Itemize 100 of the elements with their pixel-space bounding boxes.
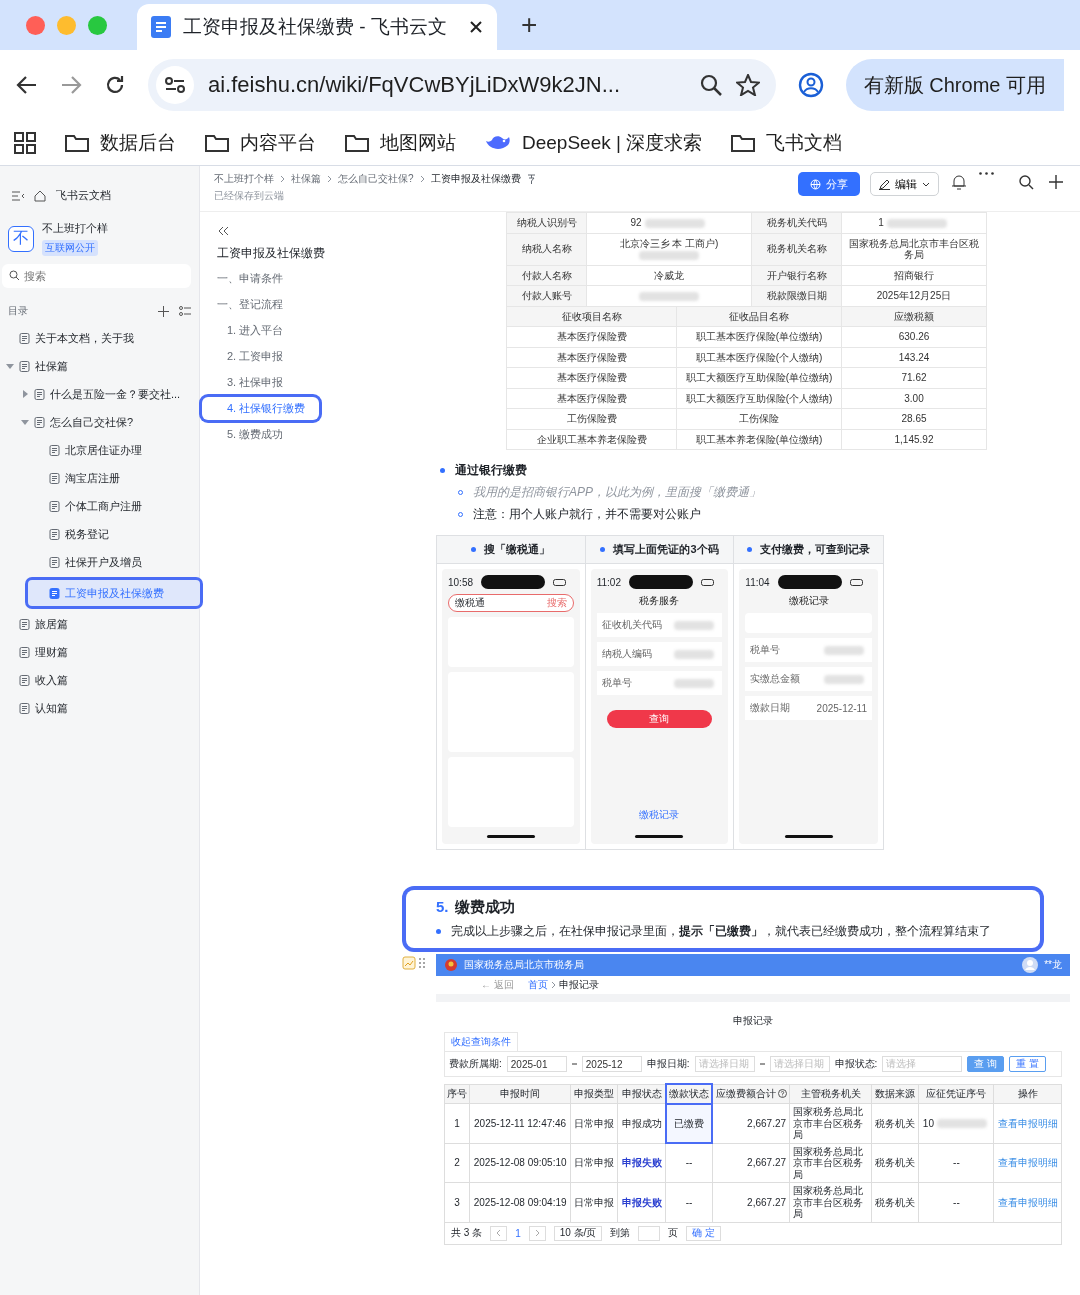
more-button[interactable] xyxy=(979,172,994,175)
detail-link[interactable]: 查看申报明细 xyxy=(993,1182,1062,1222)
outline-item[interactable]: 3. 社保申报 xyxy=(214,371,290,394)
outline-item[interactable]: 2. 工资申报 xyxy=(214,345,290,368)
close-window-icon[interactable] xyxy=(26,15,45,35)
filter-field[interactable]: 2025-12 xyxy=(581,1056,642,1072)
tree-item[interactable]: 收入篇 xyxy=(0,667,199,693)
page-size-select[interactable]: 10 条/页 xyxy=(553,1225,603,1241)
address-bar[interactable]: ai.feishu.cn/wiki/FqVCwBYjLiDxW9k2JN... xyxy=(148,59,776,111)
caret-icon[interactable] xyxy=(21,418,29,426)
outline-item[interactable]: 1. 进入平台 xyxy=(214,319,290,342)
column-header: 应征凭证序号 xyxy=(919,1084,994,1104)
tree-item[interactable]: 认知篇 xyxy=(0,695,199,721)
home-link[interactable]: 飞书云文档 xyxy=(56,188,111,203)
table-cell: -- xyxy=(665,1182,713,1222)
outline-item[interactable]: 一、登记流程 xyxy=(214,293,289,316)
query-button[interactable]: 查询 xyxy=(606,710,713,728)
browser-tab[interactable]: 工资申报及社保缴费 - 飞书云文 xyxy=(137,4,497,50)
outline-title[interactable]: 工资申报及社保缴费 xyxy=(214,243,400,264)
tree-item[interactable]: 北京居住证办理 xyxy=(0,437,199,463)
page-input[interactable] xyxy=(638,1225,661,1241)
next-page-button[interactable] xyxy=(528,1225,546,1241)
document-icon xyxy=(49,500,60,512)
table-cell: 1 xyxy=(841,212,987,233)
document-icon xyxy=(49,528,60,540)
share-button[interactable]: 分享 xyxy=(798,172,860,196)
table-cell: 2,667.27 xyxy=(712,1143,790,1183)
table-cell: 企业职工基本养老保险费 xyxy=(506,429,677,450)
tree-item[interactable]: 旅居篇 xyxy=(0,611,199,637)
drag-handle-icon xyxy=(418,957,426,969)
bookmark[interactable]: 地图网站 xyxy=(344,129,456,156)
tree-item[interactable]: 社保篇 xyxy=(0,353,199,379)
tree-item[interactable]: 怎么自己交社保? xyxy=(0,409,199,435)
update-button[interactable]: 有新版 Chrome 可用 xyxy=(845,59,1064,111)
reset-button[interactable]: 重 置 xyxy=(1009,1056,1046,1072)
tree-item[interactable]: 什么是五险一金？要交社... xyxy=(0,381,199,407)
tree-item[interactable]: 淘宝店注册 xyxy=(0,465,199,491)
caret-icon[interactable] xyxy=(21,390,29,398)
agency-name: 国家税务总局北京市税务局 xyxy=(464,958,585,972)
tree-item[interactable]: 个体工商户注册 xyxy=(0,493,199,519)
bookmark[interactable]: DeepSeek | 深度求索 xyxy=(484,129,703,156)
chevron-right-icon xyxy=(534,1229,540,1237)
home-indicator xyxy=(486,835,535,838)
search-button[interactable] xyxy=(1016,172,1036,192)
search-field[interactable]: 缴税通 搜索 xyxy=(448,594,574,612)
add-button[interactable] xyxy=(1046,172,1066,192)
table-cell: 税务机关代码 xyxy=(751,212,842,233)
home-icon xyxy=(34,189,46,202)
form-row[interactable]: 纳税人编码 xyxy=(596,642,723,666)
tree-item[interactable]: 社保开户及增员 xyxy=(0,549,199,575)
filter-field[interactable]: 2025-01 xyxy=(506,1056,567,1072)
site-settings-button[interactable] xyxy=(156,66,194,104)
detail-link[interactable]: 查看申报明细 xyxy=(993,1103,1062,1143)
filter-tab[interactable]: 收起查询条件 xyxy=(444,1032,518,1051)
visibility-badge: 互联网公开 xyxy=(42,240,98,256)
form-row[interactable]: 征收机关代码 xyxy=(596,613,723,637)
notification-button[interactable] xyxy=(949,172,969,192)
detail-link[interactable]: 查看申报明细 xyxy=(993,1143,1062,1183)
caret-icon[interactable] xyxy=(6,362,14,370)
record-row: 税单号 xyxy=(745,638,872,662)
tree-item[interactable]: 工资申报及社保缴费 xyxy=(28,580,200,606)
bookmark[interactable]: 内容平台 xyxy=(204,129,316,156)
home-indicator xyxy=(635,835,684,838)
new-tab-button[interactable]: + xyxy=(521,9,538,41)
form-row[interactable]: 税单号 xyxy=(596,671,723,695)
edit-button[interactable]: 编辑 xyxy=(870,172,939,196)
bookmark[interactable]: 飞书文档 xyxy=(730,129,843,156)
zoom-window-icon[interactable] xyxy=(88,15,107,35)
filter-label: 申报日期: xyxy=(646,1057,690,1071)
filter-label: 申报状态: xyxy=(834,1057,878,1071)
breadcrumb-link[interactable]: 怎么自己交社保? xyxy=(338,172,414,186)
outline-item[interactable]: 4. 社保银行缴费 xyxy=(202,397,320,420)
document-icon xyxy=(19,646,30,658)
table-cell: 10 xyxy=(919,1103,994,1143)
breadcrumb-link[interactable]: 不上班打个样 xyxy=(214,172,274,186)
search-field[interactable]: 搜索 xyxy=(2,264,191,288)
phone-time: 10:58 xyxy=(448,576,474,588)
outline-item[interactable]: 一、申请条件 xyxy=(214,267,289,290)
page-number[interactable]: 1 xyxy=(515,1227,521,1239)
record-row: 缴款日期 2025-12-11 xyxy=(745,696,872,720)
table-header: 征收项目名称 xyxy=(506,306,677,327)
confirm-button[interactable]: 确 定 xyxy=(686,1225,722,1241)
battery-icon xyxy=(849,578,864,586)
prev-page-button[interactable] xyxy=(490,1225,508,1241)
document-icon xyxy=(19,332,30,344)
breadcrumb-link[interactable]: 首页 xyxy=(527,978,548,992)
records-link[interactable]: 缴税记录 xyxy=(639,808,680,822)
breadcrumb-link[interactable]: 社保篇 xyxy=(291,172,321,186)
tree-item[interactable]: 关于本文档，关于我 xyxy=(0,325,199,351)
outline-item[interactable]: 5. 缴费成功 xyxy=(214,423,290,446)
total-count: 共 3 条 xyxy=(451,1226,483,1240)
breadcrumb-link[interactable]: 工资申报及社保缴费 xyxy=(430,172,521,186)
dynamic-island xyxy=(481,575,546,589)
close-icon xyxy=(469,20,483,34)
table-cell: 1 xyxy=(444,1103,470,1143)
tree-item[interactable]: 税务登记 xyxy=(0,521,199,547)
document-icon xyxy=(19,674,30,686)
tree-item[interactable]: 理财篇 xyxy=(0,639,199,665)
bookmark[interactable]: 数据后台 xyxy=(64,129,176,156)
table-cell: 国家税务总局北京市丰台区税务局 xyxy=(789,1103,872,1143)
